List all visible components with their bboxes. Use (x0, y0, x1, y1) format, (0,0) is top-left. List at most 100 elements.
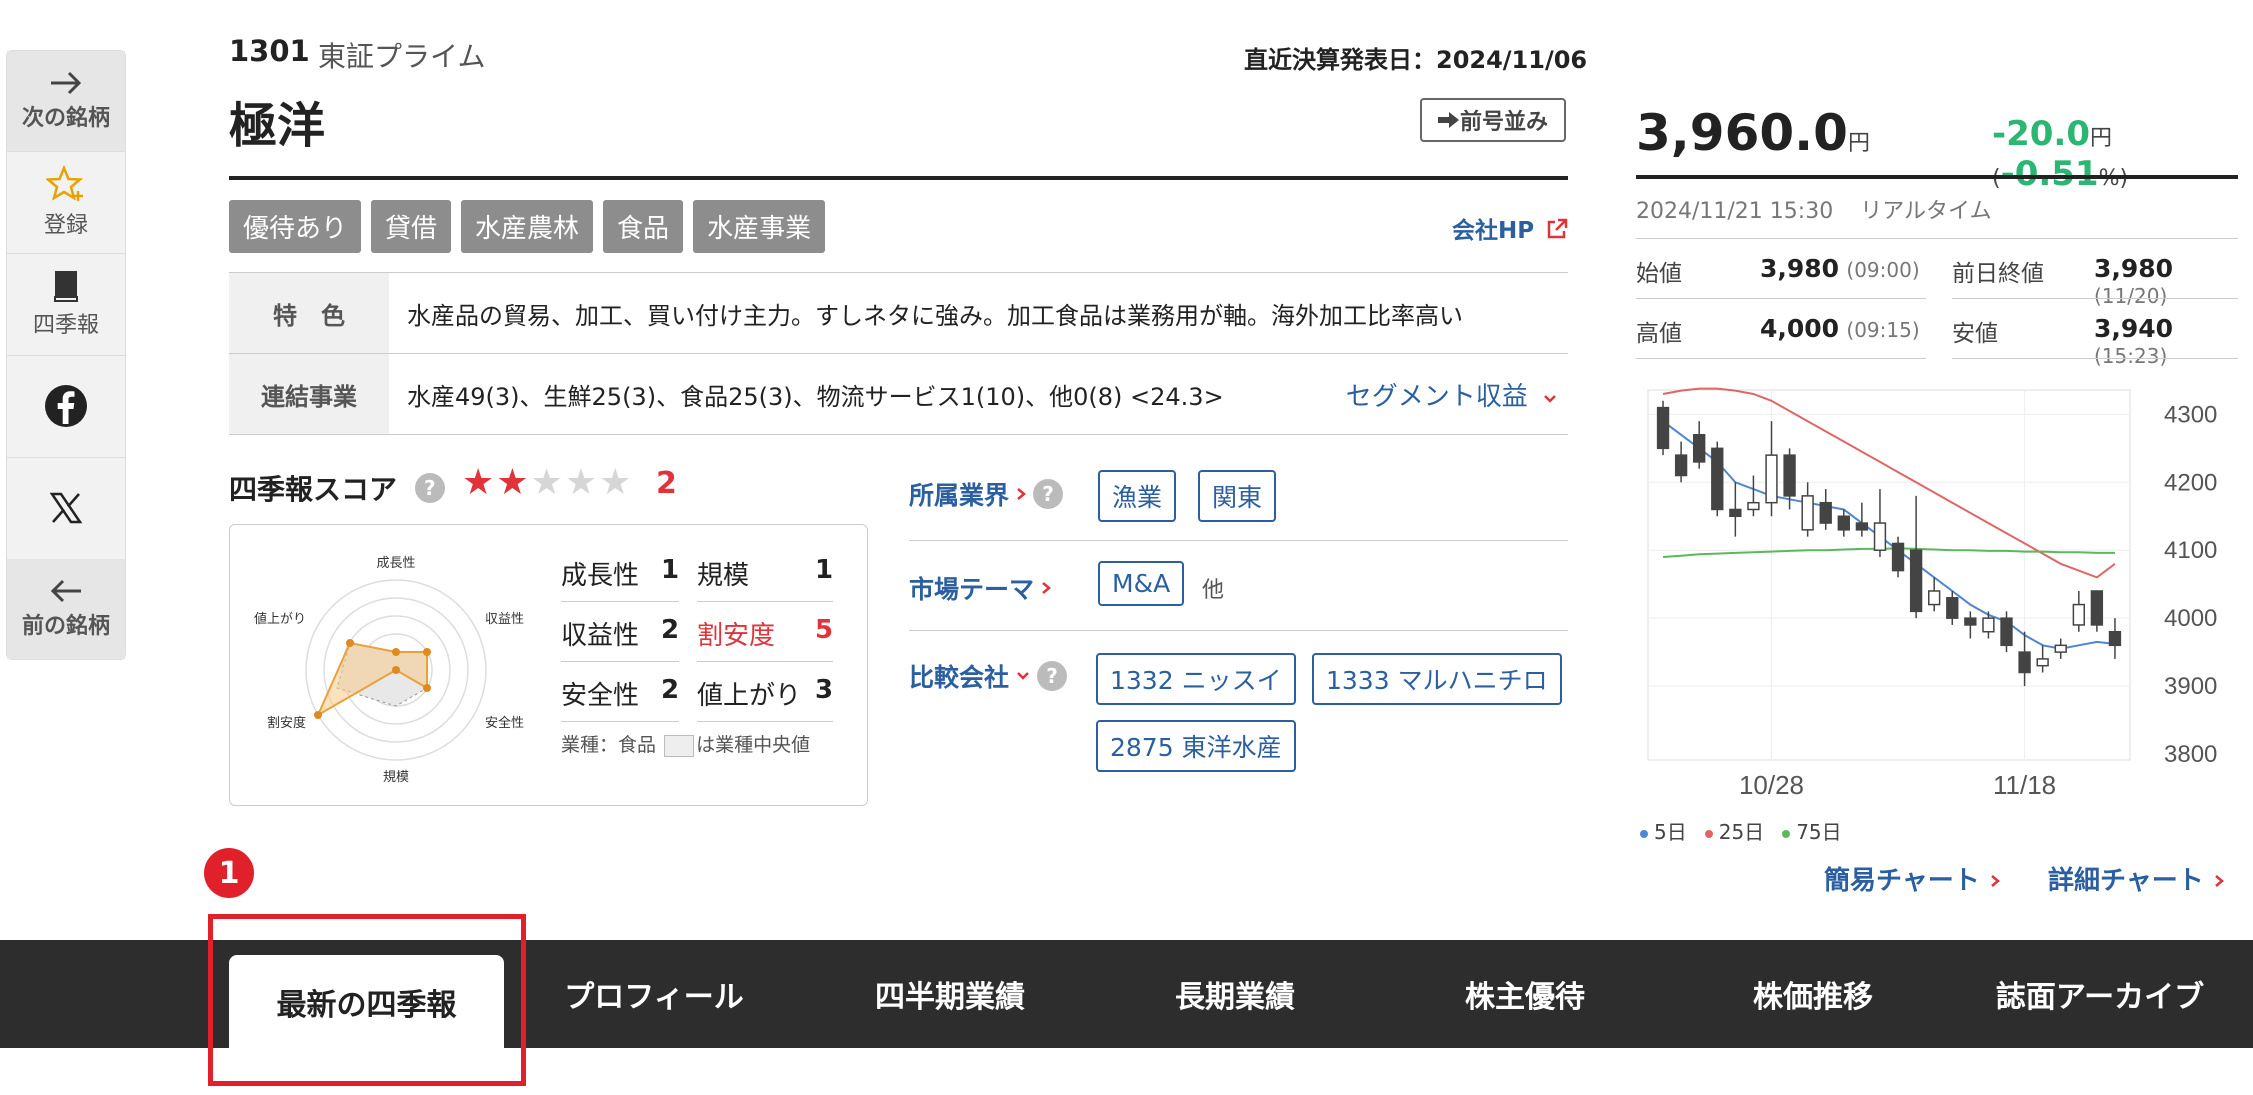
detail-chart-link[interactable]: 詳細チャート (2048, 860, 2225, 897)
next-stock-button[interactable]: 次の銘柄 (7, 51, 125, 152)
theme-chip-ma[interactable]: M&A (1098, 561, 1185, 606)
metric-label: 成長性 (561, 561, 640, 591)
price-chart[interactable]: 4300 4200 4100 4000 3900 3800 10/28 11/18 (1640, 384, 2240, 804)
candle-body (1982, 617, 1995, 633)
candle-body (2072, 603, 2085, 626)
tab-long-term-results[interactable]: 長期業績 (1105, 940, 1365, 1048)
tab-shareholder-benefits[interactable]: 株主優待 (1395, 940, 1655, 1048)
metric-label: 安全性 (561, 681, 640, 711)
tab-price-history[interactable]: 株価推移 (1683, 940, 1943, 1048)
metric-value: 2 (661, 615, 680, 645)
legend-label: 75日 (1796, 820, 1842, 844)
company-hp-link[interactable]: 会社HP (1452, 211, 1568, 245)
radar-label-safety: 安全性 (485, 715, 524, 730)
industry-link[interactable]: 所属業界 ? (909, 476, 1064, 512)
price-timestamp: 2024/11/21 15:30 リアルタイム (1636, 193, 1992, 225)
theme-more[interactable]: 他 (1202, 572, 1224, 604)
metric-value: 1 (661, 555, 680, 585)
legend-dot (1640, 829, 1648, 838)
legend-ma75: 75日 (1782, 816, 1842, 845)
side-rail: 次の銘柄 登録 四季報 前の銘柄 (6, 50, 126, 660)
candle-body (1765, 454, 1778, 504)
facebook-share-button[interactable] (7, 355, 125, 458)
y-tick-label: 4000 (2164, 605, 2217, 632)
quote-low: 3,940 (15:23) (2094, 314, 2253, 369)
tag-shokuhin[interactable]: 食品 (603, 200, 684, 253)
arrow-left-icon (50, 579, 81, 603)
price-divider (1636, 175, 2238, 179)
theme-label: 市場テーマ (909, 575, 1035, 604)
candle-body (2036, 658, 2049, 667)
y-tick-label: 4300 (2164, 401, 2217, 428)
candle-body (1656, 406, 1670, 450)
candle-body (1837, 515, 1850, 531)
quote-high-label: 高値 (1636, 321, 1682, 347)
radar-chart: 成長性 収益性 安全性 規模 割安度 値上がり (254, 555, 524, 784)
company-name: 極洋 (229, 98, 326, 154)
help-icon[interactable]: ? (1033, 479, 1064, 509)
tag-suisan-norin[interactable]: 水産農林 (461, 200, 594, 253)
metric-label: 収益性 (561, 621, 640, 651)
tab-profile[interactable]: プロフィール (524, 940, 784, 1048)
compare-chip-1333[interactable]: 1333 マルハニチロ (1312, 653, 1562, 705)
theme-link[interactable]: 市場テーマ (909, 570, 1052, 606)
candle-body (1747, 501, 1760, 511)
tag-taishaku[interactable]: 貸借 (371, 200, 452, 253)
y-tick-label: 4200 (2164, 469, 2217, 496)
tag-suisan-jigyo[interactable]: 水産事業 (693, 200, 826, 253)
candle-body (1674, 454, 1688, 477)
quote-open: 3,980 (09:00) (1760, 254, 1920, 283)
score-stars: ★★★★★ (462, 462, 633, 503)
star-filled-icon: ★★ (462, 462, 531, 503)
change-value: -20.0 (1992, 114, 2090, 154)
x-logo-icon (49, 492, 83, 524)
feature-row: 特 色 水産品の貿易、加工、買い付け主力。すしネタに強み。加工食品は業務用が軸。… (229, 273, 1568, 354)
quote-low-label: 安値 (1952, 321, 1998, 347)
metric-label: 規模 (697, 561, 750, 591)
y-tick-label: 3900 (2164, 673, 2217, 700)
shikiho-button[interactable]: 四季報 (7, 253, 125, 356)
industry-note-suffix: は業種中央値 (696, 734, 811, 756)
divider (909, 630, 1568, 631)
change-percent: -0.51 (2000, 154, 2099, 194)
segment-link[interactable]: セグメント収益 (1346, 376, 1568, 413)
prev-issue-button[interactable]: 前号並み (1420, 98, 1566, 142)
candle-body (1855, 522, 1869, 531)
divider (1636, 298, 1926, 299)
business-row: 連結事業 水産49(3)、生鮮25(3)、食品25(3)、物流サービス1(10)… (229, 354, 1568, 435)
register-label: 登録 (43, 213, 88, 238)
register-button[interactable]: 登録 (7, 151, 125, 254)
market-name: 東証プライム (318, 40, 486, 73)
score-title-text: 四季報スコア (229, 473, 398, 506)
legend-dot (1704, 829, 1713, 838)
realtime-label: リアルタイム (1860, 199, 1992, 224)
industry-chip-kanto[interactable]: 関東 (1198, 470, 1277, 522)
industry-note: 業種：食品 は業種中央値 (561, 733, 831, 757)
prev-stock-label: 前の銘柄 (21, 614, 110, 639)
compare-chip-2875[interactable]: 2875 東洋水産 (1096, 720, 1296, 772)
compare-link[interactable]: 比較会社 ? (909, 658, 1068, 694)
legend-ma5: 5日 (1640, 816, 1687, 845)
help-icon[interactable]: ? (1037, 661, 1068, 691)
candle-body (1693, 434, 1706, 463)
feature-text: 水産品の貿易、加工、買い付け主力。すしネタに強み。加工食品は業務用が軸。海外加工… (407, 301, 1463, 330)
radar-label-cheap: 割安度 (267, 715, 306, 730)
candle-body (2054, 644, 2067, 653)
simple-chart-link[interactable]: 簡易チャート (1824, 860, 2001, 897)
divider (697, 721, 833, 722)
x-share-button[interactable] (7, 457, 125, 560)
y-tick-label: 3800 (2164, 741, 2217, 768)
quote-high: 4,000 (09:15) (1760, 314, 1920, 343)
metric-label: 割安度 (697, 621, 776, 651)
divider (561, 721, 679, 722)
tab-quarterly-results[interactable]: 四半期業績 (820, 940, 1080, 1048)
help-icon[interactable]: ? (414, 473, 445, 503)
industry-label: 所属業界 (909, 481, 1010, 510)
detail-chart-label: 詳細チャート (2048, 866, 2204, 896)
tab-archive[interactable]: 誌面アーカイブ (1960, 940, 2240, 1048)
industry-chip-gyogyo[interactable]: 漁業 (1098, 470, 1177, 522)
compare-chip-1332[interactable]: 1332 ニッスイ (1096, 653, 1296, 705)
prev-stock-button[interactable]: 前の銘柄 (7, 559, 125, 659)
tag-yutai[interactable]: 優待あり (229, 200, 362, 253)
score-area (315, 641, 428, 718)
